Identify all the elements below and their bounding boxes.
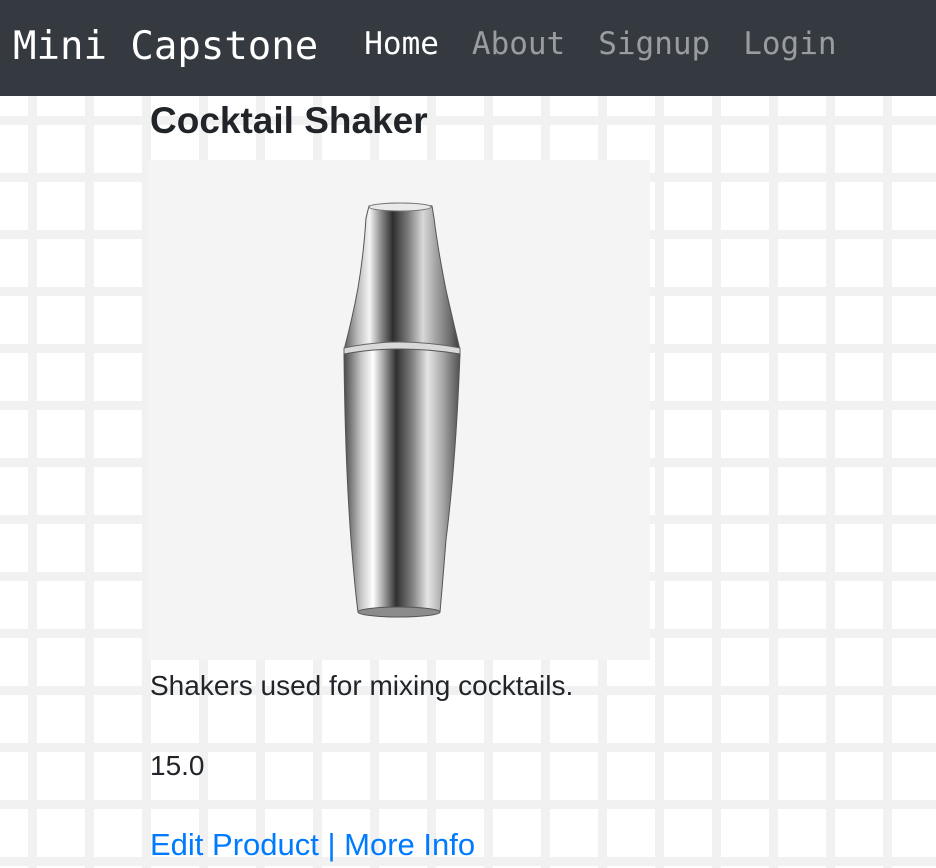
nav-link-login[interactable]: Login <box>743 26 836 62</box>
cocktail-shaker-image <box>148 160 650 660</box>
product-price: 15.0 <box>150 750 205 781</box>
more-info-link[interactable]: More Info <box>344 827 475 862</box>
product-description: Shakers used for mixing cocktails. <box>150 670 574 701</box>
product-detail: Cocktail Shaker Shakers used for mixing … <box>148 96 690 862</box>
edit-product-link[interactable]: Edit Product <box>150 827 319 862</box>
brand-link[interactable]: Mini Capstone <box>13 24 318 69</box>
shaker-illustration <box>343 202 461 618</box>
top-navbar: Mini Capstone Home About Signup Login <box>0 0 936 96</box>
nav-link-about[interactable]: About <box>472 26 565 62</box>
link-separator: | <box>318 827 345 862</box>
product-actions: Edit Product | More Info <box>150 824 475 866</box>
nav-link-home[interactable]: Home <box>364 26 439 62</box>
nav-link-signup[interactable]: Signup <box>598 26 710 62</box>
product-title: Cocktail Shaker <box>150 100 428 141</box>
